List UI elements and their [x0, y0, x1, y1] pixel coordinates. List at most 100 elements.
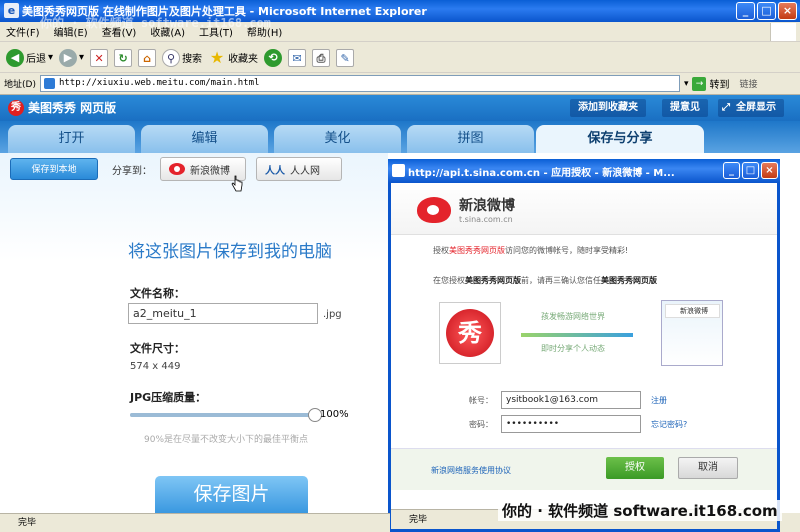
quality-slider-track[interactable] [130, 413, 316, 417]
minimize-button[interactable]: _ [736, 2, 755, 20]
tab-edit[interactable]: 编辑 [141, 125, 268, 153]
ie-icon: e [4, 3, 19, 18]
print-icon[interactable]: ⎙ [312, 48, 331, 67]
auth-line-2: 在您授权美图秀秀网页版前，请再三确认您信任美图秀秀网页版 [433, 276, 657, 285]
menu-tools[interactable]: 工具(T) [199, 24, 233, 39]
meitu-logo-icon: 秀 [8, 99, 24, 116]
mail-icon[interactable]: ✉ [288, 48, 307, 67]
popup-page-icon [392, 164, 405, 177]
fullscreen-icon: ⤢ [722, 102, 730, 113]
save-image-button[interactable]: 保存图片 [155, 476, 308, 513]
account-label: 帐号： [469, 396, 493, 405]
back-arrow-icon: ◀ [6, 48, 24, 67]
exchange-arrows-icon [521, 333, 633, 337]
menu-favorites[interactable]: 收藏(A) [150, 24, 185, 39]
account-input[interactable]: ysitbook1@163.com [501, 391, 641, 409]
tab-beautify[interactable]: 美化 [274, 125, 401, 153]
quality-hint: 90%是在尽量不改变大小下的最佳平衡点 [144, 435, 309, 445]
password-input[interactable]: •••••••••• [501, 415, 641, 433]
save-panel: 保存到本地 分享到： 新浪微博 人人 人人网 [0, 153, 388, 513]
main-tabs: 打开 编辑 美化 拼图 保存与分享 [0, 121, 800, 153]
popup-close-button[interactable]: × [761, 162, 778, 179]
renren-icon: 人人 [265, 165, 285, 177]
popup-title: http://api.t.sina.com.cn - 应用授权 - 新浪微博 -… [408, 167, 675, 179]
quality-label: JPG压缩质量： [130, 391, 207, 404]
menu-bar: 文件(F) 编辑(E) 查看(V) 收藏(A) 工具(T) 帮助(H) [0, 22, 800, 42]
popup-titlebar: http://api.t.sina.com.cn - 应用授权 - 新浪微博 -… [388, 159, 780, 183]
meitu-app-icon: 秀 [439, 302, 501, 364]
home-icon[interactable]: ⌂ [138, 48, 157, 67]
file-extension: .jpg [323, 309, 342, 320]
address-label: 地址(D) [4, 80, 36, 90]
go-button[interactable]: → 转到 [692, 76, 729, 91]
save-local-button[interactable]: 保存到本地 [10, 158, 98, 180]
page-icon [43, 78, 55, 89]
popup-minimize-button[interactable]: _ [723, 162, 740, 179]
authorize-button[interactable]: 授权 [606, 457, 664, 479]
agreement-link[interactable]: 新浪网络服务使用协议 [431, 465, 511, 476]
weibo-url: t.sina.com.cn [459, 215, 513, 224]
sina-auth-popup: http://api.t.sina.com.cn - 应用授权 - 新浪微博 -… [388, 159, 780, 532]
ie-toolbar: ◀ 后退 ▾ ▶ ▾ ✕ ↻ ⌂ ⚲ 搜索 ★ 收藏夹 ⟲ ✉ ⎙ ✎ [0, 43, 800, 73]
tab-collage[interactable]: 拼图 [407, 125, 534, 153]
filename-input[interactable]: a2_meitu_1 [128, 303, 318, 324]
search-icon: ⚲ [162, 48, 181, 67]
cancel-button[interactable]: 取消 [678, 457, 738, 479]
menu-view[interactable]: 查看(V) [102, 24, 137, 39]
forgot-password-link[interactable]: 忘记密码? [651, 419, 687, 430]
share-renren-button[interactable]: 人人 人人网 [256, 157, 342, 181]
status-text: 完毕 [18, 518, 37, 528]
tab-save-share[interactable]: 保存与分享 [536, 125, 704, 153]
weibo-card: 新浪微博 [661, 300, 723, 366]
filesize-label: 文件尺寸： [130, 342, 185, 355]
go-arrow-icon: → [692, 76, 707, 91]
links-label[interactable]: 链接 [739, 77, 757, 90]
meitu-logo: 秀美图秀秀 网页版 [8, 99, 116, 116]
menu-edit[interactable]: 编辑(E) [54, 24, 88, 39]
meitu-header: 秀美图秀秀 网页版 添加到收藏夹 提意见 ⤢ 全屏显示 [0, 95, 800, 121]
popup-body: 新浪微博 t.sina.com.cn 授权美图秀秀网页版访问您的微博帐号，随时享… [391, 183, 777, 513]
feedback-button[interactable]: 提意见 [662, 99, 708, 117]
auth-line-1: 授权美图秀秀网页版访问您的微博帐号，随时享受精彩! [433, 246, 629, 255]
menu-help[interactable]: 帮助(H) [247, 24, 282, 39]
watermark: 你的 · 软件频道 software.it168.com [498, 500, 782, 521]
address-input[interactable]: http://xiuxiu.web.meitu.com/main.html [39, 75, 680, 92]
register-link[interactable]: 注册 [651, 395, 667, 406]
weibo-header: 新浪微博 t.sina.com.cn [391, 183, 777, 235]
weibo-icon [169, 163, 185, 175]
tab-open[interactable]: 打开 [8, 125, 135, 153]
forward-button[interactable]: ▶ ▾ [59, 48, 84, 67]
search-button[interactable]: ⚲ 搜索 [162, 48, 202, 67]
add-favorites-button[interactable]: 添加到收藏夹 [570, 99, 646, 117]
weibo-logo-icon [417, 197, 451, 223]
menu-file[interactable]: 文件(F) [6, 24, 40, 39]
address-bar: 地址(D) http://xiuxiu.web.meitu.com/main.h… [0, 73, 800, 95]
weibo-card-title: 新浪微博 [665, 304, 720, 318]
share-to-label: 分享到： [112, 166, 152, 177]
password-label: 密码： [469, 420, 493, 429]
statusbar: 完毕 [0, 513, 390, 532]
history-icon[interactable]: ⟲ [264, 48, 283, 67]
refresh-icon[interactable]: ↻ [114, 48, 133, 67]
popup-maximize-button[interactable]: □ [742, 162, 759, 179]
quality-percent: 100% [320, 409, 349, 420]
arrow-bottom-text: 即时分享个人动态 [541, 344, 605, 353]
filename-label: 文件名称： [130, 287, 185, 300]
forward-arrow-icon: ▶ [59, 48, 78, 67]
close-button[interactable]: × [778, 2, 797, 20]
star-icon: ★ [209, 47, 225, 67]
back-button[interactable]: ◀ 后退 ▾ [6, 48, 53, 67]
popup-footer: 新浪网络服务使用协议 授权 取消 [391, 448, 777, 490]
edit-icon[interactable]: ✎ [336, 48, 355, 67]
window-titlebar: e 美图秀秀网页版 在线制作图片及图片处理工具 - Microsoft Inte… [0, 0, 800, 30]
favorites-button[interactable]: ★ 收藏夹 [208, 47, 258, 67]
maximize-button[interactable]: □ [757, 2, 776, 20]
filesize-value: 574 x 449 [130, 361, 181, 372]
fullscreen-button[interactable]: ⤢ 全屏显示 [718, 99, 784, 117]
save-heading: 将这张图片保存到我的电脑 [128, 242, 332, 262]
windows-logo-icon [770, 23, 796, 41]
stop-icon[interactable]: ✕ [90, 48, 109, 67]
arrow-top-text: 孩发畅游网络世界 [541, 312, 605, 321]
weibo-brand: 新浪微博 [459, 198, 515, 214]
address-dropdown-icon[interactable]: ▾ [684, 79, 689, 89]
